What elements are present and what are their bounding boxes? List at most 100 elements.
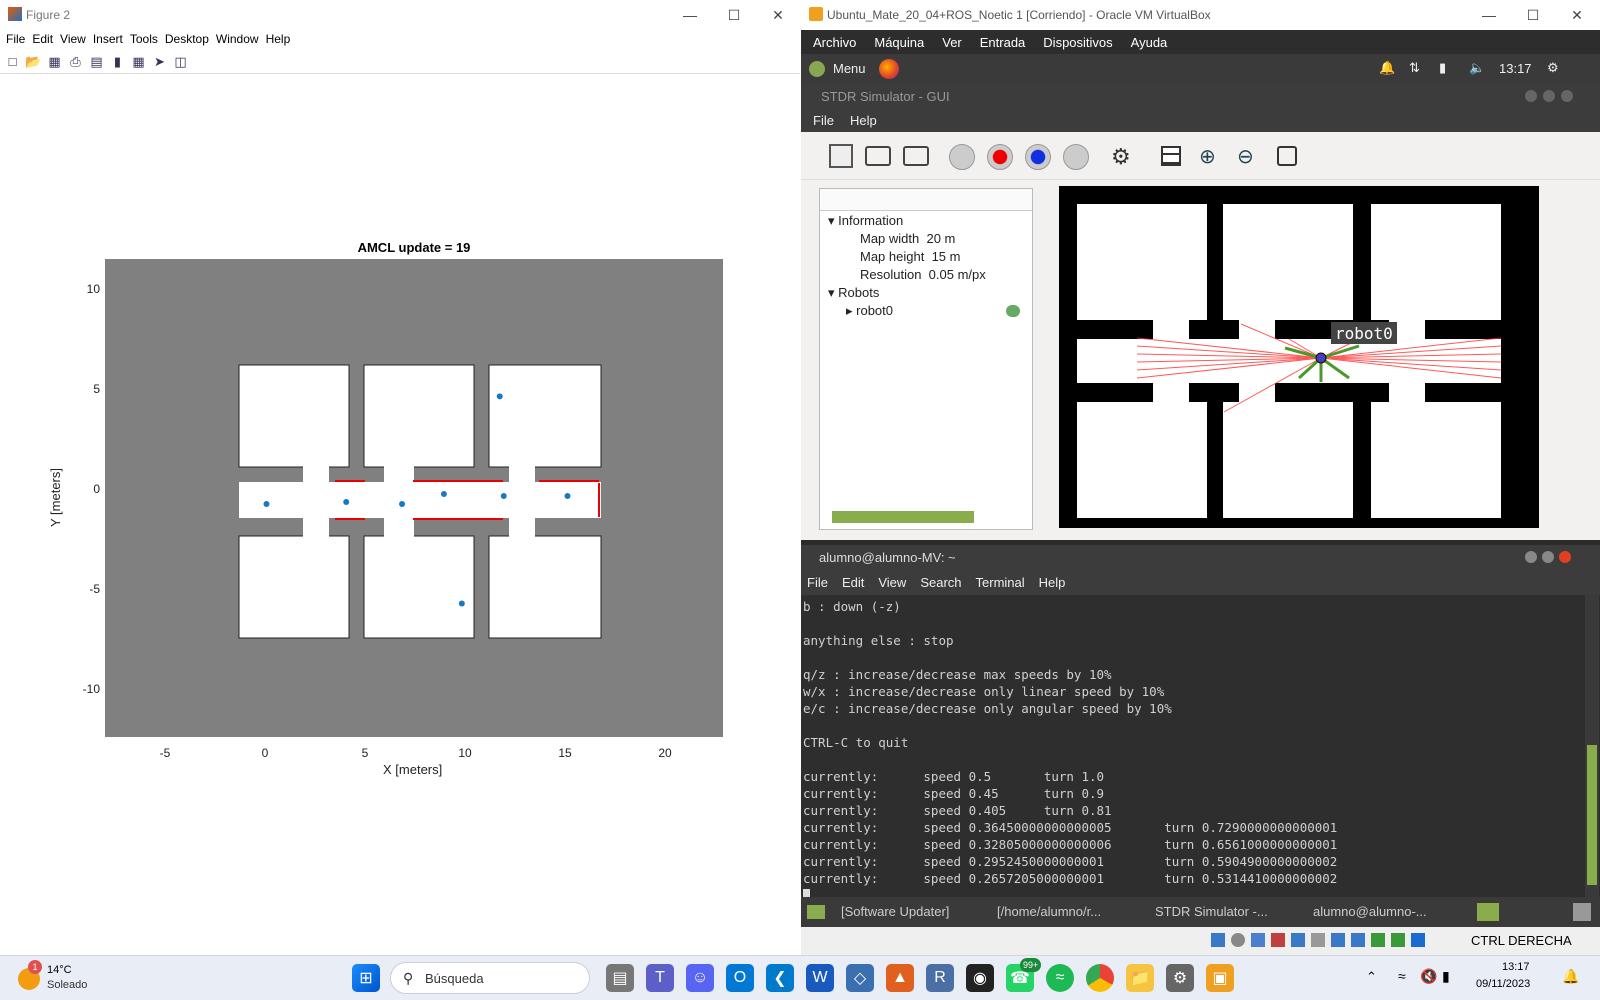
chrome-icon[interactable] <box>1086 964 1114 992</box>
network-icon[interactable]: ⇅ <box>1409 60 1420 76</box>
virtualbox-taskbar-icon[interactable]: ◇ <box>846 964 874 992</box>
gear-icon[interactable]: ⚙ <box>1547 60 1559 76</box>
horizontal-scrollbar[interactable] <box>832 511 974 523</box>
co2-source-icon[interactable] <box>987 144 1013 170</box>
volume-icon[interactable]: 🔈 <box>1469 60 1485 76</box>
menu-edit[interactable]: Edit <box>842 575 864 590</box>
menu-file[interactable]: File <box>813 113 834 128</box>
mouse-icon[interactable] <box>1391 933 1405 947</box>
save-icon[interactable]: ▦ <box>46 53 63 70</box>
notification-bell-icon[interactable]: 🔔 <box>1562 968 1579 985</box>
battery-icon[interactable]: ▮ <box>1442 968 1450 985</box>
menu-help[interactable]: Help <box>1039 575 1066 590</box>
menu-entrada[interactable]: Entrada <box>980 35 1026 50</box>
menu-desktop[interactable]: Desktop <box>165 30 216 50</box>
mate-menu-button[interactable]: Menu <box>833 61 866 76</box>
eye-icon[interactable] <box>1006 305 1020 317</box>
vscode-icon[interactable]: ❮ <box>766 964 794 992</box>
trash-icon[interactable] <box>1573 903 1591 921</box>
display-icon[interactable] <box>1331 933 1345 947</box>
virtualbox-vm-icon[interactable]: ▣ <box>1206 964 1234 992</box>
vbox-titlebar[interactable]: Ubuntu_Mate_20_04+ROS_Noetic 1 [Corriend… <box>801 0 1600 30</box>
open-icon[interactable]: 📂 <box>25 53 42 70</box>
print-icon[interactable]: ⎙ <box>67 53 84 70</box>
menu-view[interactable]: View <box>60 30 93 50</box>
close-icon[interactable] <box>1561 90 1573 102</box>
grid-icon[interactable] <box>1161 146 1181 166</box>
network-icon[interactable] <box>1271 933 1285 947</box>
github-icon[interactable]: ◉ <box>966 964 994 992</box>
menu-edit[interactable]: Edit <box>32 30 60 50</box>
zoom-out-icon[interactable]: ⊖ <box>1237 144 1254 169</box>
start-icon[interactable]: ⊞ <box>352 964 380 992</box>
bell-icon[interactable]: 🔔 <box>1379 60 1395 76</box>
cpu-icon[interactable] <box>1371 933 1385 947</box>
usb-icon[interactable] <box>1291 933 1305 947</box>
firefox-icon[interactable] <box>879 59 899 79</box>
maximize-icon[interactable] <box>1542 551 1554 563</box>
settings-icon[interactable]: ⚙ <box>1166 964 1194 992</box>
remote-desktop-icon[interactable]: R <box>926 964 954 992</box>
task-software-updater[interactable]: [Software Updater] <box>841 904 949 919</box>
menu-ver[interactable]: Ver <box>942 35 962 50</box>
colorbar-icon[interactable]: ▮ <box>109 53 126 70</box>
tree-item-robot0[interactable]: ▸ robot0 <box>846 303 893 321</box>
battery-icon[interactable]: ▮ <box>1439 60 1446 76</box>
weather-temp[interactable]: 14°C <box>47 964 72 976</box>
search-box[interactable]: ⚲ Búsqueda <box>390 962 590 994</box>
menu-file[interactable]: File <box>6 30 32 50</box>
chevron-up-icon[interactable]: ⌃ <box>1366 969 1377 985</box>
outlook-icon[interactable]: O <box>726 964 754 992</box>
menu-window[interactable]: Window <box>216 30 266 50</box>
stdr-titlebar[interactable]: STDR Simulator - GUI <box>801 84 1600 108</box>
menu-search[interactable]: Search <box>920 575 961 590</box>
scrollbar-thumb[interactable] <box>1587 745 1597 885</box>
close-icon[interactable]: ✕ <box>756 0 800 30</box>
mate-clock[interactable]: 13:17 <box>1499 61 1532 76</box>
file-explorer-icon[interactable]: 📁 <box>1126 964 1154 992</box>
pointer-icon[interactable]: ➤ <box>151 53 168 70</box>
keyboard-icon[interactable] <box>1411 933 1425 947</box>
maximize-icon[interactable]: ☐ <box>1511 0 1555 30</box>
maximize-icon[interactable] <box>1543 90 1555 102</box>
task-view-icon[interactable]: ▤ <box>606 964 634 992</box>
menu-tools[interactable]: Tools <box>130 30 165 50</box>
terminal-output[interactable]: b : down (-z) anything else : stop q/z :… <box>801 595 1583 903</box>
shared-folders-icon[interactable] <box>1311 933 1325 947</box>
gear-icon[interactable]: ⚙ <box>1111 144 1131 170</box>
property-editor-icon[interactable]: ◫ <box>172 53 189 70</box>
menu-help[interactable]: Help <box>266 30 298 50</box>
add-robot-file-icon[interactable] <box>903 146 929 166</box>
rfid-icon[interactable] <box>949 144 975 170</box>
fit-view-icon[interactable] <box>1277 146 1297 166</box>
audio-icon[interactable] <box>1251 933 1265 947</box>
new-figure-icon[interactable]: □ <box>4 53 21 70</box>
menu-archivo[interactable]: Archivo <box>813 35 856 50</box>
tree-item-information[interactable]: ▾ Information <box>828 213 903 231</box>
weather-text[interactable]: Soleado <box>47 979 87 991</box>
menu-view[interactable]: View <box>878 575 906 590</box>
link-icon[interactable]: ▤ <box>88 53 105 70</box>
menu-file[interactable]: File <box>807 575 828 590</box>
menu-insert[interactable]: Insert <box>93 30 130 50</box>
volume-muted-icon[interactable]: 🔇 <box>1420 968 1437 985</box>
spotify-icon[interactable]: ≈ <box>1046 964 1074 992</box>
menu-dispositivos[interactable]: Dispositivos <box>1043 35 1112 50</box>
hdd-icon[interactable] <box>1211 933 1225 947</box>
taskbar-date[interactable]: 09/11/2023 <box>1476 978 1530 990</box>
task-terminal[interactable]: alumno@alumno-... <box>1313 904 1427 919</box>
vertical-scrollbar[interactable] <box>1585 595 1599 897</box>
mate-logo-icon[interactable] <box>809 61 825 77</box>
minimize-icon[interactable]: — <box>1467 0 1511 30</box>
discord-icon[interactable]: ☺ <box>686 964 714 992</box>
close-icon[interactable]: ✕ <box>1555 0 1599 30</box>
figure-titlebar[interactable]: Figure 2 — ☐ ✕ <box>0 0 800 30</box>
sound-source-icon[interactable] <box>1063 144 1089 170</box>
save-map-icon[interactable] <box>829 144 853 168</box>
video-capture-icon[interactable] <box>1351 933 1365 947</box>
teams-icon[interactable]: T <box>646 964 674 992</box>
thermal-source-icon[interactable] <box>1025 144 1051 170</box>
show-desktop-icon[interactable] <box>807 905 825 919</box>
taskbar-time[interactable]: 13:17 <box>1502 961 1530 973</box>
add-robot-icon[interactable] <box>865 146 891 166</box>
